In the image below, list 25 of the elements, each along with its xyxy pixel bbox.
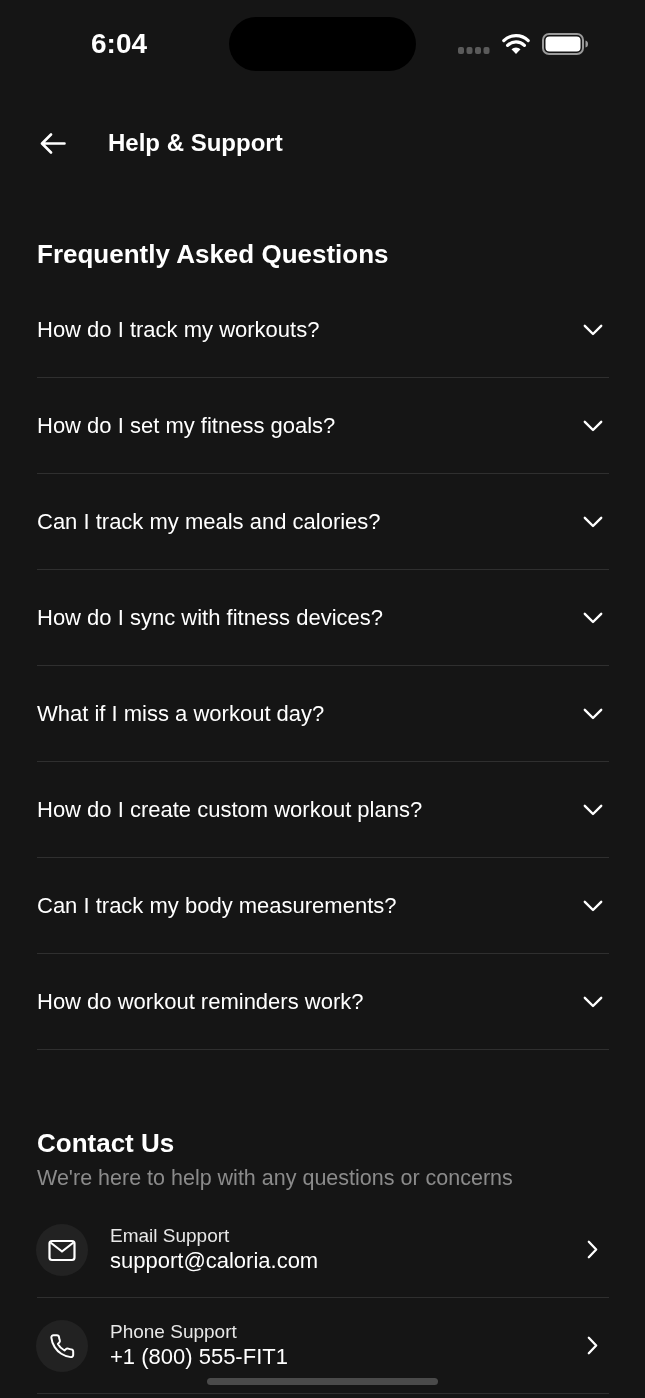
section-heading: Contact Us — [37, 1128, 176, 1158]
faq-item[interactable]: How do I track my workouts? — [37, 282, 609, 378]
contact-value[interactable]: +1 (800) 555-FIT1 — [110, 1344, 288, 1370]
mail-icon — [36, 1223, 88, 1276]
section-heading: Frequently Asked Questions — [37, 239, 390, 269]
signal-icon — [458, 46, 490, 54]
wifi-icon — [502, 32, 530, 54]
back-arrow-icon[interactable] — [40, 132, 66, 154]
chevron-right-icon[interactable] — [587, 1240, 598, 1259]
faq-item[interactable]: How do I create custom workout plans? — [37, 762, 609, 858]
chevron-right-icon[interactable] — [587, 1336, 598, 1355]
battery-icon — [542, 33, 588, 55]
faq-item[interactable]: How do I sync with fitness devices? — [37, 570, 609, 666]
faq-item[interactable]: Can I track my body measurements? — [37, 858, 609, 954]
faq-item[interactable]: How do I set my fitness goals? — [37, 378, 609, 474]
faq-item[interactable]: How do workout reminders work? — [37, 954, 609, 1050]
faq-item[interactable]: Can I track my meals and calories? — [37, 474, 609, 570]
faq-item[interactable]: What if I miss a workout day? — [37, 666, 609, 762]
contact-label: Email Support — [110, 1225, 230, 1247]
phone-icon — [36, 1319, 88, 1372]
contact-label: Phone Support — [110, 1321, 237, 1343]
contact-value[interactable]: support@caloria.com — [110, 1248, 319, 1274]
screen-title: Help & Support — [108, 128, 283, 158]
status-time: 6:04 — [91, 28, 149, 60]
section-subtitle: We're here to help with any questions or concerns — [37, 1166, 514, 1190]
